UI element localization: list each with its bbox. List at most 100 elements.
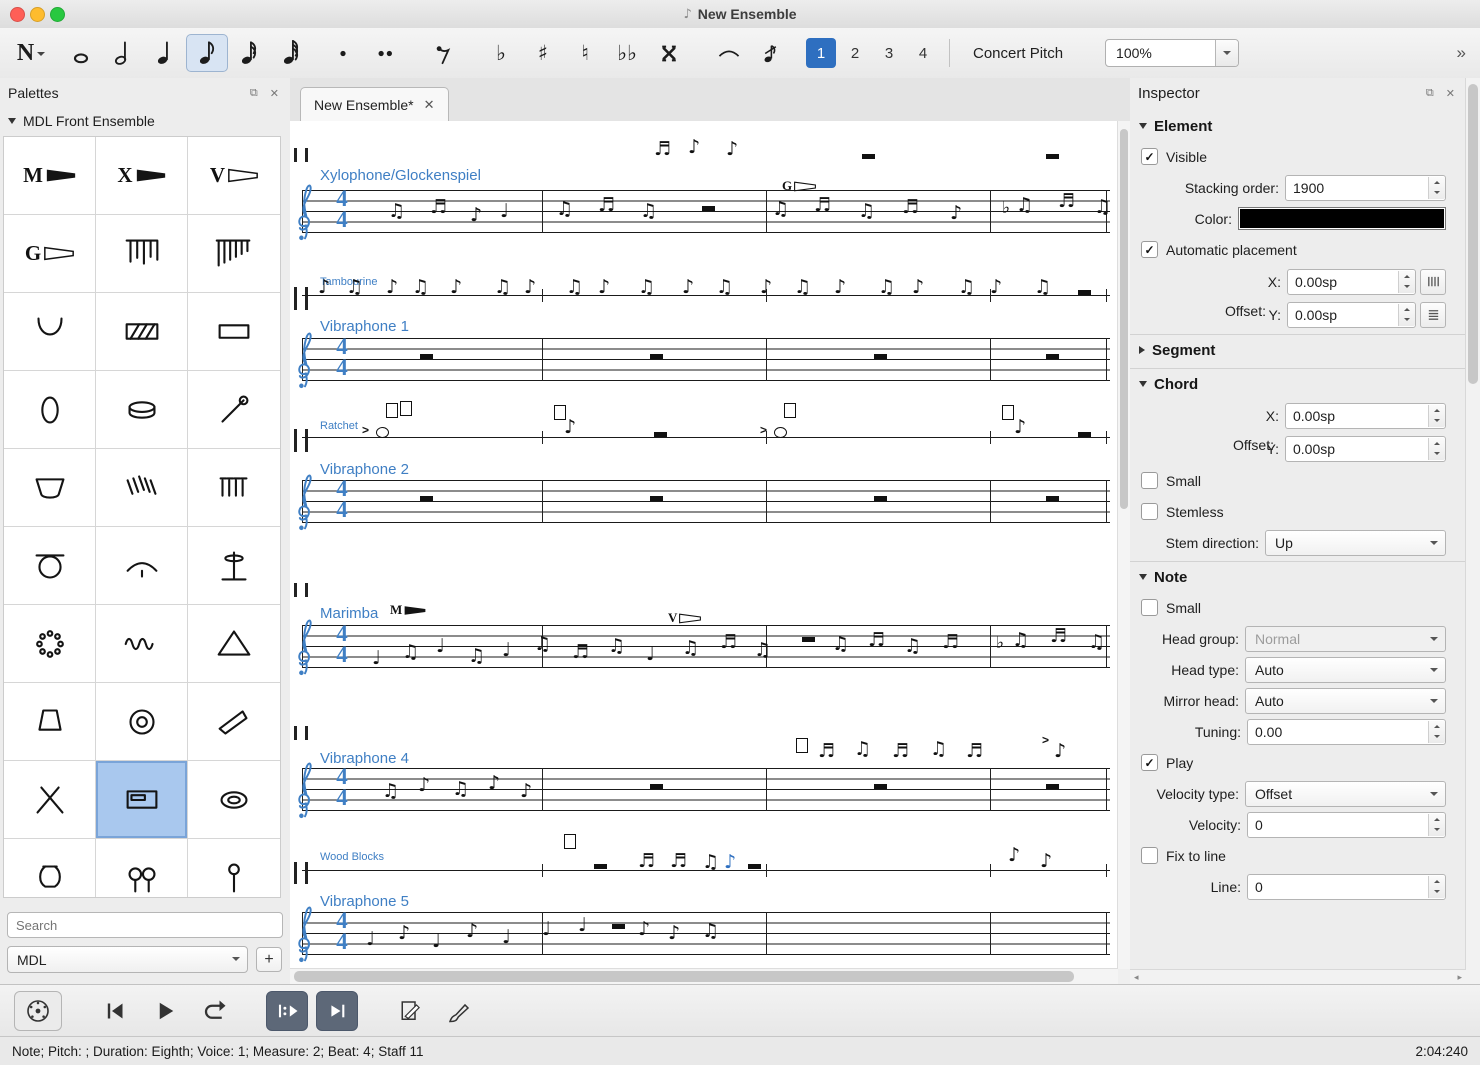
note-glyph[interactable]: ♫	[388, 202, 405, 221]
rest-glyph[interactable]	[1046, 354, 1059, 359]
note-glyph[interactable]: ♬	[966, 742, 983, 761]
tremolo-marker[interactable]	[400, 401, 412, 416]
note-glyph[interactable]: ♪	[398, 924, 410, 943]
staff-label[interactable]: Vibraphone 1	[320, 318, 409, 335]
palette-cell-egg-shaker[interactable]	[188, 761, 280, 839]
snap-horizontal-button[interactable]	[1420, 269, 1446, 295]
rest-glyph[interactable]	[650, 354, 663, 359]
close-icon[interactable]: ✕	[424, 97, 435, 113]
mallet-marker[interactable]: G	[782, 178, 816, 194]
whole-note-glyph[interactable]	[376, 427, 389, 438]
palette-cell-jug[interactable]	[4, 839, 96, 898]
time-signature[interactable]: 44	[334, 910, 350, 952]
palette-cell-mallet[interactable]	[188, 839, 280, 898]
add-workspace-button[interactable]: +	[256, 947, 282, 972]
chord-small-checkbox[interactable]	[1141, 472, 1158, 489]
half-note-button[interactable]	[102, 34, 144, 72]
tremolo-marker[interactable]	[1002, 405, 1014, 420]
palette-cell-tambourine[interactable]	[96, 371, 188, 449]
note-glyph[interactable]: ♬	[902, 198, 919, 217]
inspector-horizontal-scrollbar[interactable]: ◂▸	[1130, 969, 1466, 985]
voice-1-button[interactable]: 1	[806, 38, 836, 68]
zoom-combobox[interactable]: 100%	[1105, 39, 1239, 67]
palette-cell-tubular-bells[interactable]	[188, 449, 280, 527]
note-glyph[interactable]: ♫	[638, 278, 655, 297]
palette-cell-concert-bass-drum[interactable]	[4, 293, 96, 371]
play-repeats-button[interactable]	[266, 991, 308, 1031]
stacking-order-spinbox[interactable]: 1900	[1285, 175, 1446, 201]
note-glyph[interactable]: ♬	[720, 633, 737, 652]
spinbox-arrows[interactable]	[1428, 876, 1445, 898]
palette-cell-crotales[interactable]	[96, 215, 188, 293]
score-horizontal-scrollbar[interactable]	[290, 968, 1118, 985]
note-glyph[interactable]: ♪	[386, 278, 398, 297]
rest-glyph[interactable]	[1046, 784, 1059, 789]
rest-glyph[interactable]	[874, 496, 887, 501]
note-glyph[interactable]: ♫	[930, 740, 947, 759]
rest-glyph[interactable]	[654, 432, 667, 437]
note-glyph[interactable]: ♫	[468, 647, 485, 666]
snap-vertical-button[interactable]	[1420, 302, 1446, 328]
rest-glyph[interactable]	[1078, 290, 1091, 295]
element-section-header[interactable]: Element	[1130, 111, 1466, 141]
palette-cell-gong[interactable]	[4, 527, 96, 605]
note-glyph[interactable]: ♪	[450, 278, 462, 297]
note-glyph[interactable]: ♫	[772, 200, 789, 219]
note-glyph[interactable]: ♫	[1016, 196, 1033, 215]
note-glyph[interactable]: ♬	[638, 852, 655, 871]
note-glyph[interactable]: ♫	[608, 637, 625, 656]
time-signature[interactable]: 44	[334, 623, 350, 665]
time-signature[interactable]: 44	[334, 478, 350, 520]
note-glyph[interactable]: ♪	[418, 776, 430, 795]
palette-cell-triangle[interactable]	[188, 605, 280, 683]
stem-direction-dropdown[interactable]: Up	[1265, 530, 1446, 556]
palette-cell-marimba-mallet-hard[interactable]: M	[4, 137, 96, 215]
note-glyph[interactable]: ♫	[556, 200, 573, 219]
note-glyph[interactable]: ♩	[500, 202, 509, 221]
staff-label[interactable]: Vibraphone 5	[320, 893, 409, 910]
sixteenth-note-button[interactable]	[228, 34, 270, 72]
rest-glyph[interactable]	[1078, 432, 1091, 437]
note-glyph[interactable]: ♪	[1014, 418, 1026, 437]
note-glyph[interactable]: ♩	[502, 641, 511, 660]
natural-button[interactable]: ♮	[564, 34, 606, 72]
close-icon[interactable]: ✕	[267, 87, 282, 100]
staff-label[interactable]: Xylophone/Glockenspiel	[320, 167, 481, 184]
note-glyph[interactable]: ♩	[646, 645, 655, 664]
palette-cell-cowbell[interactable]	[4, 683, 96, 761]
note-glyph[interactable]: ♫	[382, 782, 399, 801]
note-glyph[interactable]: ♬	[1058, 192, 1075, 211]
note-small-checkbox[interactable]	[1141, 599, 1158, 616]
search-input[interactable]	[7, 912, 283, 938]
note-input-mode-button[interactable]: N	[10, 34, 52, 72]
palette-cell-xylophone-mallet-hard[interactable]: X	[96, 137, 188, 215]
double-flat-button[interactable]: ♭♭	[606, 34, 648, 72]
note-glyph[interactable]: ♬	[942, 633, 959, 652]
note-glyph[interactable]: ♫	[794, 278, 811, 297]
note-glyph[interactable]: ♩	[432, 932, 441, 951]
note-glyph[interactable]: ♪	[1008, 846, 1020, 865]
note-glyph[interactable]: ♬	[868, 631, 885, 650]
staff-label[interactable]: Ratchet	[320, 420, 358, 432]
note-glyph[interactable]: ♫	[412, 278, 429, 297]
note-glyph[interactable]: ♩	[366, 930, 375, 949]
spinbox-arrows[interactable]	[1428, 721, 1445, 743]
automatic-placement-checkbox[interactable]: ✓	[1141, 241, 1158, 258]
note-glyph[interactable]: ♪	[598, 278, 610, 297]
spinbox-arrows[interactable]	[1428, 438, 1445, 460]
note-glyph[interactable]: ♪	[760, 278, 772, 297]
note-glyph[interactable]: ♫	[452, 780, 469, 799]
palette-cell-china-cymbal[interactable]	[96, 527, 188, 605]
spinbox-arrows[interactable]	[1398, 271, 1415, 293]
rest-glyph[interactable]	[420, 354, 433, 359]
note-glyph[interactable]: ♪	[1040, 852, 1052, 871]
score-vertical-scrollbar[interactable]	[1117, 121, 1130, 969]
palette-cell-jingle-ring[interactable]	[4, 605, 96, 683]
velocity-type-dropdown[interactable]: Offset	[1245, 781, 1446, 807]
note-glyph[interactable]: ♬	[818, 742, 835, 761]
flat-glyph[interactable]: ♭	[996, 635, 1004, 652]
color-swatch[interactable]	[1238, 207, 1446, 230]
scrollbar-thumb[interactable]	[294, 971, 1074, 982]
palette-cell-crossed-sticks[interactable]	[4, 761, 96, 839]
rest-glyph[interactable]	[748, 864, 761, 869]
